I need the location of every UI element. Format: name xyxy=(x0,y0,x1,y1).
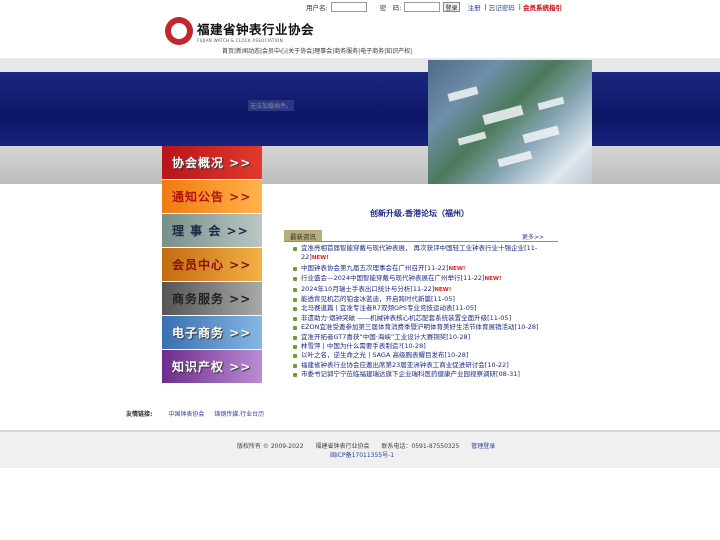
banner-grey-band xyxy=(0,146,720,184)
news-item[interactable]: 2024年10月瑞士手表出口统计与分析[11-22]NEW! xyxy=(292,285,544,295)
news-title[interactable]: 福建省钟表行业协会应邀出席第23届亚洲钟表工商业促进研讨会 xyxy=(301,361,485,369)
footer: 版权所有 © 2009-2022 福建省钟表行业协会 联系电话：0591-875… xyxy=(0,430,720,468)
side-menu: 协会概况 >> 通知公告 >> 理 事 会 >> 会员中心 >> 商务服务 >>… xyxy=(162,146,262,384)
news-title[interactable]: 行业盛会—2024中国智能穿戴与现代钟表展在广州举行 xyxy=(301,274,461,282)
news-item[interactable]: 以叶之名，逆生命之光 | SAGA 高级腕表耀目发布[10-28] xyxy=(292,351,544,360)
news-title[interactable]: 以叶之名，逆生命之光 | SAGA 高级腕表耀目发布 xyxy=(301,351,444,359)
site-name: 福建省钟表行业协会 xyxy=(197,22,315,37)
news-list: 宜准亮相首届智能穿戴与现代钟表展， 再次获评中国轻工业钟表行业十强企业 [11-2… xyxy=(292,244,544,380)
news-tab[interactable]: 最新资讯 xyxy=(284,230,322,241)
friend-link[interactable]: 锦钢传媒.行业台历 xyxy=(214,411,264,418)
login-button[interactable]: 登录 xyxy=(443,2,460,12)
news-header: 最新资讯 更多>> xyxy=(284,230,558,242)
footer-phone: 联系电话：0591-87550325 xyxy=(381,443,460,450)
menu-notices[interactable]: 通知公告 >> xyxy=(162,180,262,214)
new-badge: NEW! xyxy=(434,286,452,293)
industrial-park-aerial-image xyxy=(428,60,592,184)
footer-org: 福建省钟表行业协会 xyxy=(315,443,370,450)
banner-top-band xyxy=(0,58,720,72)
password-label: 密 码: xyxy=(379,4,402,12)
news-title[interactable]: 林雪萍 | 中国为什么需要手表制造? xyxy=(301,342,402,350)
news-item[interactable]: 市委书记郭宁宁莅临福建瑞达旗下企业瑞科医药健康产业园视察调研[08-31] xyxy=(292,370,544,379)
news-date: [10-28] xyxy=(444,351,469,360)
separator: | xyxy=(518,3,521,11)
news-item[interactable]: 宜准亮相首届智能穿戴与现代钟表展， 再次获评中国轻工业钟表行业十强企业[11-2… xyxy=(292,244,544,264)
friend-links: 友情链接: 中国钟表协会 锦钢传媒.行业台历 xyxy=(126,409,272,418)
new-badge: NEW! xyxy=(484,276,502,283)
menu-e-commerce[interactable]: 电子商务 >> xyxy=(162,316,262,350)
menu-about[interactable]: 协会概况 >> xyxy=(162,146,262,180)
admin-login-link[interactable]: 管理登录 xyxy=(471,443,495,450)
news-date: [10-28] xyxy=(401,342,426,351)
more-link[interactable]: 更多>> xyxy=(522,232,544,241)
icp-link[interactable]: 闽ICP备17011355号-1 xyxy=(330,450,394,459)
news-title[interactable]: 2024年10月瑞士手表出口统计与分析 xyxy=(301,285,410,293)
plugin-missing-message: 无法加载插件。 xyxy=(248,100,295,111)
username-input[interactable] xyxy=(330,2,367,12)
top-navigation[interactable]: 首页|新闻动态|会员中心|关于协会|理事会|商务服务|电子商务|知识产权| xyxy=(222,46,412,55)
news-date: [11-22] xyxy=(460,274,485,283)
banner-blue-band xyxy=(0,72,720,146)
menu-member-center[interactable]: 会员中心 >> xyxy=(162,248,262,282)
member-system-link[interactable]: 会员系统指引 xyxy=(523,2,562,12)
news-item[interactable]: EZON宜准受邀参加第三届体育消费季暨沪明体育美好生活节体育展销活动[10-28… xyxy=(292,323,544,332)
friend-links-label: 友情链接: xyxy=(126,411,153,418)
username-label: 用户名: xyxy=(306,4,328,12)
news-item[interactable]: 宜准开拓者GT7喜获“中国·海峡”工业设计大赛铜奖[10-28] xyxy=(292,333,544,342)
association-seal-icon xyxy=(165,17,193,45)
news-date: [11-05] xyxy=(431,295,455,304)
site-name-en: FUJIAN WATCH & CLOCK ASSOCIATION xyxy=(197,38,283,43)
page-root: 用户名: 密 码: 登录 注册 | 忘记密码 | 会员系统指引 福建省钟表行业协… xyxy=(0,0,720,540)
news-item[interactable]: 福建省钟表行业协会应邀出席第23届亚洲钟表工商业促进研讨会[10-22] xyxy=(292,361,544,370)
news-date: [11-05] xyxy=(487,313,512,322)
news-date: [11-05] xyxy=(452,304,477,313)
copyright: 版权所有 © 2009-2022 xyxy=(237,443,304,450)
news-date: [11-22] xyxy=(424,263,449,272)
friend-link[interactable]: 中国钟表协会 xyxy=(168,411,204,418)
news-title[interactable]: 北马赛道篇 | 宜准专注者R7双频GPS专业竞技运动表 xyxy=(301,304,453,312)
news-title[interactable]: EZON宜准受邀参加第三届体育消费季暨沪明体育美好生活节体育展销活动 xyxy=(301,323,515,331)
news-title[interactable]: 宜准开拓者GT7喜获“中国·海峡”工业设计大赛铜奖 xyxy=(301,333,446,341)
news-date: [11-22] xyxy=(410,284,435,293)
news-title[interactable]: 宜准亮相首届智能穿戴与现代钟表展， 再次获评中国轻工业钟表行业十强企业 xyxy=(301,244,524,252)
news-date: [10-28] xyxy=(446,332,471,341)
news-item[interactable]: 非遗助力·烟钟突破 ——机械钟表核心机芯配套系统装置全面升级[11-05] xyxy=(292,314,544,323)
news-item[interactable]: 行业盛会—2024中国智能穿戴与现代钟表展在广州举行[11-22]NEW! xyxy=(292,274,544,284)
news-item[interactable]: 北马赛道篇 | 宜准专注者R7双频GPS专业竞技运动表[11-05] xyxy=(292,304,544,313)
news-date: [10-28] xyxy=(514,323,539,332)
news-title[interactable]: 非遗助力·烟钟突破 ——机械钟表核心机芯配套系统装置全面升级 xyxy=(301,314,487,322)
separator: | xyxy=(484,3,487,11)
password-input[interactable] xyxy=(404,2,441,12)
news-title[interactable]: 中国钟表协会第九届五次理事会在广州召开 xyxy=(301,264,425,272)
menu-business-services[interactable]: 商务服务 >> xyxy=(162,282,262,316)
login-bar: 用户名: 密 码: 登录 注册 | 忘记密码 | 会员系统指引 xyxy=(306,1,566,13)
menu-council[interactable]: 理 事 会 >> xyxy=(162,214,262,248)
news-item[interactable]: 中国钟表协会第九届五次理事会在广州召开[11-22]NEW! xyxy=(292,264,544,274)
register-link[interactable]: 注册 xyxy=(468,2,481,12)
new-badge: NEW! xyxy=(311,255,329,262)
menu-ip[interactable]: 知识产权 >> xyxy=(162,350,262,384)
banner: 无法加载插件。 xyxy=(0,58,720,184)
news-title[interactable]: 能透背见机芯的铂金冰蓝迪，开启跨时代新篇 xyxy=(301,295,431,303)
news-date: [08-31] xyxy=(496,370,520,379)
forgot-password-link[interactable]: 忘记密码 xyxy=(489,2,515,12)
news-date: [10-22] xyxy=(484,360,509,369)
new-badge: NEW! xyxy=(448,265,466,272)
news-title[interactable]: 市委书记郭宁宁莅临福建瑞达旗下企业瑞科医药健康产业园视察调研 xyxy=(301,370,496,378)
site-logo[interactable]: 福建省钟表行业协会 FUJIAN WATCH & CLOCK ASSOCIATI… xyxy=(165,16,325,46)
headline-link[interactable]: 创新升级.香港论坛（福州） xyxy=(370,208,469,219)
